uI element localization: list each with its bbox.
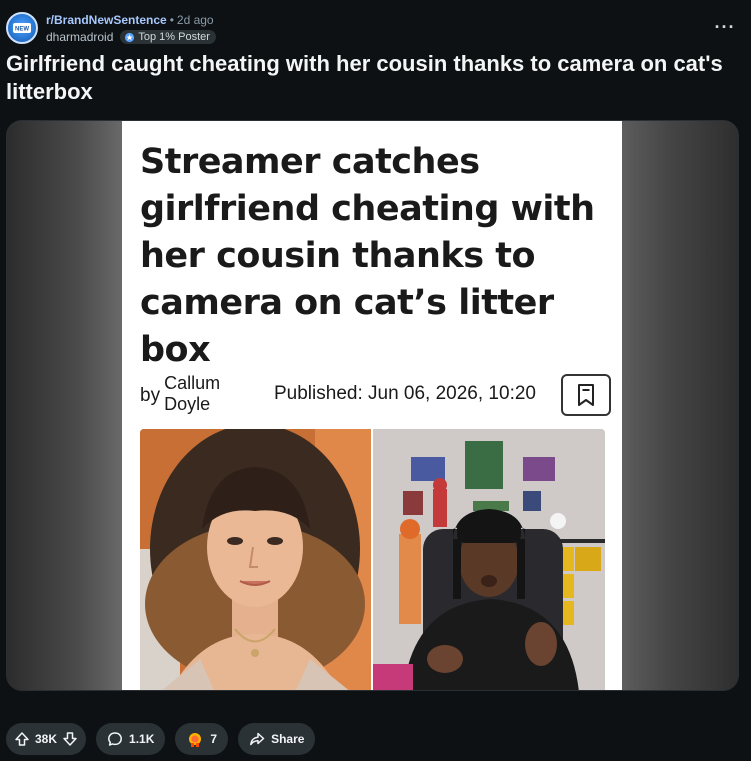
share-arrow-icon	[250, 732, 265, 746]
share-button[interactable]: Share	[238, 723, 316, 755]
award-button[interactable]: 7	[175, 723, 229, 755]
flair-label: Top 1% Poster	[138, 31, 210, 43]
post-action-bar: 38K 1.1K 7 Share	[6, 723, 316, 755]
upvote-arrow-icon	[15, 732, 29, 746]
author-last-name: Doyle	[164, 394, 211, 414]
article-screenshot: Streamer catches girlfriend cheating wit…	[122, 121, 622, 690]
photo-girlfriend	[140, 429, 371, 690]
by-label: by	[140, 385, 161, 406]
comments-button[interactable]: 1.1K	[96, 723, 166, 755]
author-first-name: Callum	[164, 373, 221, 393]
downvote-arrow-icon	[63, 732, 77, 746]
article-byline: by Callum Doyle	[140, 373, 220, 415]
bookmark-icon	[578, 384, 594, 406]
vote-control: 38K	[6, 723, 87, 755]
post-media[interactable]: Streamer catches girlfriend cheating wit…	[6, 120, 739, 691]
article-headline: Streamer catches girlfriend cheating wit…	[140, 142, 595, 370]
downvote-button[interactable]	[62, 731, 78, 747]
article-published-date: Published: Jun 06, 2026, 10:20	[274, 383, 536, 404]
subreddit-avatar[interactable]: NEW	[6, 12, 38, 44]
author-flair: Top 1% Poster	[120, 30, 216, 44]
comment-bubble-icon	[108, 732, 122, 746]
subreddit-link[interactable]: r/BrandNewSentence	[46, 13, 167, 27]
woman-portrait-image	[140, 429, 371, 690]
subreddit-snoo-icon: NEW	[13, 23, 31, 33]
vote-count: 38K	[35, 732, 58, 746]
post-header: NEW r/BrandNewSentence • 2d ago dharmadroi…	[6, 10, 746, 50]
svg-text:NEW: NEW	[15, 27, 29, 33]
photo-streamer	[373, 429, 605, 690]
media-blur-right	[620, 121, 738, 690]
post-meta-top: r/BrandNewSentence • 2d ago	[46, 13, 214, 27]
media-blur-left	[7, 121, 123, 690]
post-time: 2d ago	[176, 13, 214, 27]
award-icon	[189, 733, 202, 747]
more-options-button[interactable]: ···	[712, 14, 738, 40]
upvote-button[interactable]	[14, 731, 30, 747]
separator-dot: •	[169, 13, 174, 27]
comment-count: 1.1K	[129, 732, 155, 746]
post-title[interactable]: Girlfriend caught cheating with her cous…	[6, 50, 741, 106]
author-link[interactable]: dharmadroid	[46, 30, 113, 44]
article-author: Callum Doyle	[164, 373, 220, 415]
streamer-room-image	[373, 429, 605, 690]
bookmark-button	[561, 374, 611, 416]
award-count: 7	[210, 732, 218, 746]
more-options-icon: ···	[714, 16, 736, 37]
top-poster-icon	[125, 32, 135, 42]
post-meta-bottom: dharmadroid Top 1% Poster	[46, 30, 216, 44]
share-label: Share	[271, 732, 305, 746]
